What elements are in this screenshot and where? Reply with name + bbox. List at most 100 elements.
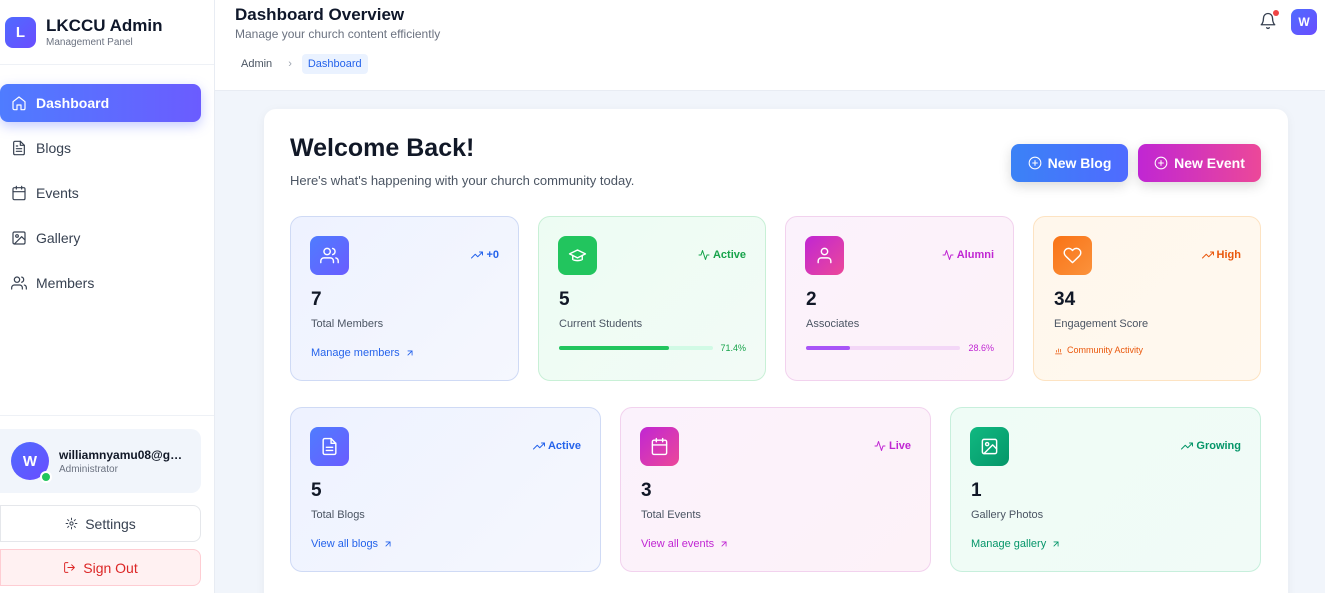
stat-value: 3: [641, 480, 652, 501]
arrow-up-right-icon: [1053, 541, 1059, 547]
breadcrumb-admin[interactable]: Admin: [235, 54, 278, 74]
manage-gallery-link[interactable]: Manage gallery: [971, 538, 1061, 550]
image-icon: [970, 427, 1009, 466]
sidebar-item-members[interactable]: Members: [0, 264, 201, 302]
log-out-icon: [64, 562, 76, 573]
dashboard-panel: Welcome Back! Here's what's happening wi…: [264, 109, 1288, 593]
sidebar-item-gallery[interactable]: Gallery: [0, 219, 201, 257]
progress-fill: [559, 346, 669, 350]
sidebar-item-label: Events: [36, 185, 79, 201]
sign-out-button[interactable]: Sign Out: [0, 549, 201, 586]
stat-label: Total Members: [311, 318, 384, 330]
welcome-title: Welcome Back!: [290, 134, 475, 162]
avatar-initial: W: [22, 452, 38, 470]
progress-bar: [806, 346, 960, 350]
status-badge: Live: [874, 440, 911, 452]
trend-badge: +0: [471, 249, 499, 261]
status-badge: Alumni: [942, 249, 994, 261]
status-text: Active: [712, 249, 746, 261]
page-title: Dashboard Overview: [235, 5, 405, 24]
online-status-dot: [40, 471, 52, 483]
stat-value: 5: [311, 480, 322, 501]
sidebar: L LKCCU Admin Management Panel Dashboard…: [0, 0, 215, 593]
stat-label: Total Blogs: [311, 509, 365, 521]
content-card-blogs: Active 5 Total Blogs View all blogs: [290, 407, 601, 572]
new-blog-label: New Blog: [1047, 155, 1112, 171]
header-avatar[interactable]: W: [1291, 9, 1317, 35]
stat-value: 2: [806, 289, 817, 310]
progress-percent: 28.6%: [968, 343, 994, 353]
arrow-up-right-icon: [407, 350, 413, 356]
sidebar-item-label: Gallery: [36, 230, 81, 246]
stat-card-engagement: High 34 Engagement Score Community Activ…: [1033, 216, 1261, 381]
gear-icon: [65, 517, 78, 530]
arrow-up-right-icon: [721, 541, 727, 547]
sidebar-nav: Dashboard Blogs Events Gallery Members: [0, 65, 214, 302]
view-all-blogs-link[interactable]: View all blogs: [311, 538, 393, 550]
link-label: Manage members: [311, 347, 400, 359]
stat-card-members: +0 7 Total Members Manage members: [290, 216, 519, 381]
graduation-cap-icon: [558, 236, 597, 275]
progress-bar: [559, 346, 713, 350]
user-email: williamnyamu08@gmail.com: [59, 447, 191, 462]
plus-circle-icon: [1028, 156, 1041, 170]
breadcrumb: Admin › Dashboard: [235, 54, 368, 74]
stat-label: Associates: [806, 318, 860, 330]
settings-label: Settings: [85, 515, 136, 532]
sidebar-item-label: Members: [36, 275, 95, 291]
stat-label: Engagement Score: [1054, 318, 1149, 330]
home-icon: [12, 96, 26, 111]
stat-label: Gallery Photos: [971, 509, 1044, 521]
link-label: Manage gallery: [971, 538, 1047, 550]
activity-icon: [698, 250, 710, 260]
users-icon: [11, 276, 27, 290]
stat-value: 7: [311, 289, 322, 310]
calendar-icon: [12, 185, 26, 201]
bar-chart-icon: [1055, 348, 1062, 354]
stat-label: Current Students: [559, 318, 643, 330]
settings-button[interactable]: Settings: [0, 505, 201, 542]
stat-card-students: Active 5 Current Students 71.4%: [538, 216, 766, 381]
stat-value: 5: [559, 289, 570, 310]
notifications-button[interactable]: [1259, 10, 1279, 30]
status-badge: Active: [698, 249, 746, 261]
file-text-icon: [310, 427, 349, 466]
sign-out-label: Sign Out: [83, 559, 138, 576]
brand[interactable]: L LKCCU Admin Management Panel: [0, 0, 214, 65]
user-icon: [805, 236, 844, 275]
heart-icon: [1053, 236, 1092, 275]
new-event-button[interactable]: New Event: [1138, 144, 1261, 182]
new-blog-button[interactable]: New Blog: [1011, 144, 1128, 182]
trending-up-icon: [471, 251, 484, 259]
brand-logo: L: [5, 16, 36, 48]
community-activity: Community Activity: [1054, 345, 1143, 355]
sidebar-item-events[interactable]: Events: [0, 174, 201, 212]
link-label: View all events: [641, 538, 715, 550]
activity-icon: [874, 441, 886, 451]
stat-card-associates: Alumni 2 Associates 28.6%: [785, 216, 1014, 381]
sidebar-item-label: Dashboard: [36, 95, 110, 111]
trend-badge: Growing: [1181, 440, 1241, 452]
status-text: Active: [547, 440, 581, 452]
user-card[interactable]: W williamnyamu08@gmail.com Administrator: [0, 429, 201, 493]
sidebar-item-blogs[interactable]: Blogs: [0, 129, 201, 167]
plus-circle-icon: [1154, 156, 1168, 170]
user-role: Administrator: [59, 463, 118, 475]
trend-value: +0: [486, 249, 499, 261]
status-text: Live: [888, 440, 911, 452]
trending-up-icon: [532, 442, 545, 450]
sidebar-item-dashboard[interactable]: Dashboard: [0, 84, 201, 122]
calendar-icon: [640, 427, 679, 466]
content-card-events: Live 3 Total Events View all events: [620, 407, 931, 572]
chevron-right-icon: ›: [288, 58, 292, 70]
brand-subtitle: Management Panel: [46, 37, 133, 48]
sidebar-footer: W williamnyamu08@gmail.com Administrator…: [0, 415, 214, 593]
arrow-up-right-icon: [385, 541, 391, 547]
trending-up-icon: [1181, 442, 1194, 450]
progress-percent: 71.4%: [720, 343, 746, 353]
avatar: W: [11, 442, 52, 483]
manage-members-link[interactable]: Manage members: [311, 347, 415, 359]
stat-value: 1: [971, 480, 982, 501]
users-icon: [310, 236, 349, 275]
view-all-events-link[interactable]: View all events: [641, 538, 729, 550]
